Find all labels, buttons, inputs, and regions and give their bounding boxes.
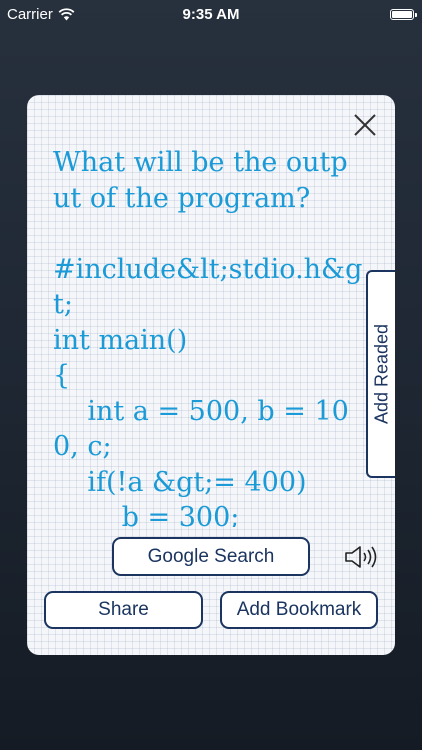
close-button[interactable] [349, 109, 381, 141]
add-readed-button[interactable]: Add Readed [366, 270, 395, 478]
google-search-button[interactable]: Google Search [112, 537, 310, 576]
speaker-button[interactable] [343, 543, 383, 571]
close-icon [354, 114, 376, 136]
battery-icon [390, 9, 414, 20]
battery-tip [415, 13, 417, 17]
question-card: What will be the output of the program? … [27, 95, 395, 655]
add-bookmark-button[interactable]: Add Bookmark [220, 591, 378, 629]
question-text: What will be the output of the program? … [53, 147, 363, 527]
add-readed-label: Add Readed [371, 323, 392, 425]
question-area[interactable]: What will be the output of the program? … [53, 145, 365, 527]
share-button[interactable]: Share [44, 591, 203, 629]
status-time: 9:35 AM [182, 6, 240, 23]
status-bar: Carrier 9:35 AM [0, 0, 422, 30]
speaker-icon [345, 546, 377, 568]
battery-fill [392, 11, 412, 18]
